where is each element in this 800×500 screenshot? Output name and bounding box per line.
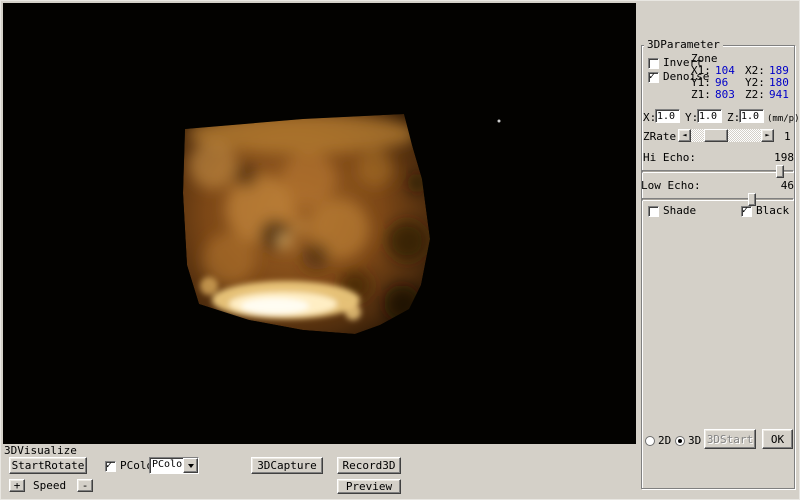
- parameter-groupbox-title: 3DParameter: [644, 39, 723, 50]
- zone-z2-label: Z2:: [745, 89, 769, 101]
- preview-button[interactable]: Preview: [337, 479, 401, 494]
- zone-values: X1: 104 X2: 189 Y1: 96 Y2: 180 Z1: 803 Z…: [691, 65, 795, 101]
- shade-checkbox[interactable]: Shade: [648, 205, 696, 217]
- shade-label: Shade: [663, 205, 696, 217]
- pcolor-dropdown[interactable]: PColor: [149, 457, 199, 474]
- invert-checkbox-box[interactable]: [648, 58, 659, 69]
- zrate-scroll-left-button[interactable]: ◄: [678, 129, 691, 142]
- speed-plus-button[interactable]: +: [9, 479, 25, 492]
- shade-checkbox-box[interactable]: [648, 206, 659, 217]
- zone-z1-label: Z1:: [691, 89, 715, 101]
- zrate-value: 1: [784, 131, 791, 143]
- zone-z1-value: 803: [715, 89, 745, 101]
- hi-echo-slider[interactable]: [642, 165, 794, 178]
- scale-unit-label: (mm/p): [767, 113, 800, 125]
- scale-z-input[interactable]: [739, 109, 764, 123]
- hi-echo-slider-thumb[interactable]: [776, 165, 784, 178]
- zrate-label: ZRate: [643, 131, 676, 143]
- start-3d-button[interactable]: 3DStart: [704, 429, 756, 449]
- scroll-left-icon: ◄: [682, 130, 686, 141]
- scroll-right-icon: ►: [765, 130, 769, 141]
- zrate-scrollbar[interactable]: ◄ ►: [678, 129, 774, 142]
- zrate-scroll-right-button[interactable]: ►: [761, 129, 774, 142]
- black-label: Black: [756, 205, 789, 217]
- radio-2d[interactable]: 2D: [645, 435, 671, 447]
- zrate-scrollbar-shaft[interactable]: [691, 129, 761, 142]
- pcolor-checkbox-box[interactable]: [105, 461, 116, 472]
- radio-3d[interactable]: 3D: [675, 435, 701, 447]
- black-checkbox-box[interactable]: [741, 206, 752, 217]
- parameter-panel: 3DParameter Invert Denoise Zone X1: 104 …: [638, 1, 800, 500]
- hi-echo-slider-channel: [642, 170, 794, 173]
- denoise-checkbox-box[interactable]: [648, 72, 659, 83]
- pcolor-dropdown-button[interactable]: [183, 458, 198, 473]
- pcolor-dropdown-value: PColor: [150, 458, 183, 473]
- zrate-scrollbar-thumb[interactable]: [704, 129, 728, 142]
- ultrasound-render: [3, 3, 636, 444]
- radio-2d-label: 2D: [658, 435, 671, 447]
- zone-z2-value: 941: [769, 89, 789, 101]
- hi-echo-value: 198: [758, 152, 794, 164]
- record-3d-button[interactable]: Record3D: [337, 457, 401, 474]
- speed-minus-button[interactable]: -: [77, 479, 93, 492]
- low-echo-slider-channel: [642, 198, 794, 201]
- capture-3d-button[interactable]: 3DCapture: [251, 457, 323, 474]
- speed-label: Speed: [33, 480, 66, 492]
- scale-x-input[interactable]: [655, 109, 680, 123]
- zone-row-z: Z1: 803 Z2: 941: [691, 89, 795, 101]
- radio-3d-label: 3D: [688, 435, 701, 447]
- app-window: 3DParameter Invert Denoise Zone X1: 104 …: [0, 0, 800, 500]
- scale-y-input[interactable]: [697, 109, 722, 123]
- render-viewport[interactable]: [3, 3, 636, 444]
- chevron-down-icon: [188, 464, 194, 468]
- black-checkbox[interactable]: Black: [741, 205, 789, 217]
- low-echo-value: 46: [758, 180, 794, 192]
- start-rotate-button[interactable]: StartRotate: [9, 457, 87, 474]
- visualize-bar-title: 3DVisualize: [4, 445, 77, 457]
- low-echo-label: Low Echo:: [641, 180, 701, 192]
- radio-3d-circle[interactable]: [675, 436, 685, 446]
- hi-echo-label: Hi Echo:: [643, 152, 696, 164]
- ok-button[interactable]: OK: [762, 429, 793, 449]
- radio-2d-circle[interactable]: [645, 436, 655, 446]
- visualize-bar: 3DVisualize StartRotate + Speed - PColor…: [1, 444, 638, 500]
